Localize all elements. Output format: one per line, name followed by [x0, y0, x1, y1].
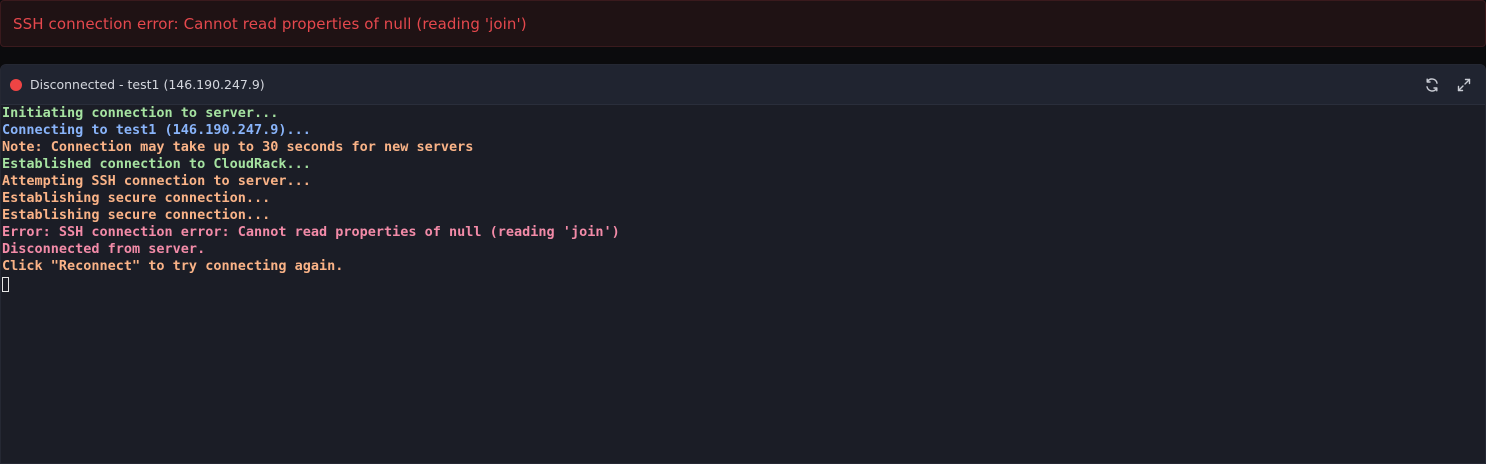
reconnect-button[interactable] — [1421, 74, 1443, 96]
terminal-cursor — [2, 277, 9, 292]
terminal-line: Established connection to CloudRack... — [2, 156, 311, 172]
terminal-header: Disconnected - test1 (146.190.247.9) — [1, 65, 1485, 105]
terminal-line: Error: SSH connection error: Cannot read… — [2, 224, 620, 240]
error-banner-message: SSH connection error: Cannot read proper… — [13, 14, 527, 33]
terminal-panel: Disconnected - test1 (146.190.247.9) Ini… — [0, 64, 1486, 464]
terminal-line: Establishing secure connection... — [2, 190, 271, 206]
terminal-line: Disconnected from server. — [2, 241, 206, 257]
connection-status-dot — [10, 78, 22, 91]
terminal-line: Attempting SSH connection to server... — [2, 173, 311, 189]
connection-status-text: Disconnected - test1 (146.190.247.9) — [30, 77, 265, 92]
refresh-icon — [1426, 77, 1438, 92]
terminal-line: Note: Connection may take up to 30 secon… — [2, 139, 474, 155]
terminal-line: Initiating connection to server... — [2, 105, 279, 121]
expand-icon — [1457, 78, 1471, 91]
terminal-output[interactable]: Initiating connection to server... Connec… — [1, 105, 1485, 292]
fullscreen-button[interactable] — [1453, 74, 1475, 96]
terminal-prompt-line — [2, 275, 1485, 292]
terminal-line: Click "Reconnect" to try connecting agai… — [2, 258, 344, 274]
terminal-line: Establishing secure connection... — [2, 207, 271, 223]
error-banner: SSH connection error: Cannot read proper… — [0, 0, 1486, 47]
terminal-line: Connecting to test1 (146.190.247.9)... — [2, 122, 311, 138]
